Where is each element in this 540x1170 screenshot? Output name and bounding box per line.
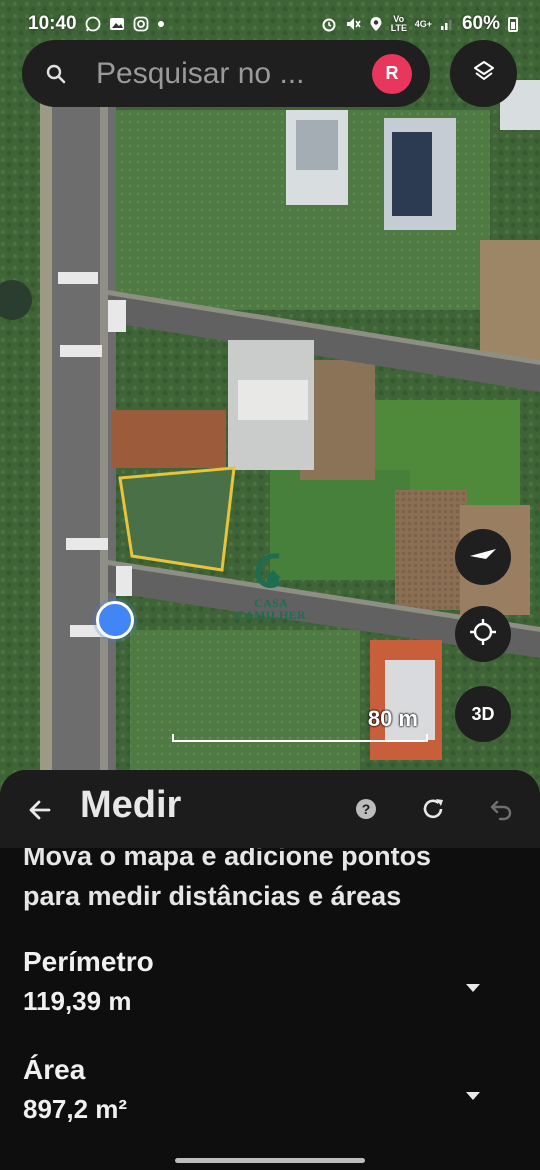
status-time: 10:40 — [28, 13, 77, 34]
perimeter-row[interactable]: Perímetro 119,39 m — [23, 946, 518, 1017]
back-button[interactable] — [22, 792, 58, 828]
caret-down-icon[interactable] — [466, 1092, 480, 1100]
refresh-icon — [423, 799, 443, 819]
layers-button[interactable] — [450, 40, 517, 107]
arrow-left-icon — [29, 800, 51, 820]
instagram-icon — [133, 16, 149, 32]
crosshair-icon — [468, 617, 498, 652]
dot-icon — [157, 20, 165, 28]
sheet-title: Medir — [80, 784, 182, 826]
sheet-header: Medir ? — [0, 770, 540, 848]
measure-area-outline — [118, 466, 236, 572]
whatsapp-icon — [85, 16, 101, 32]
avatar[interactable]: R — [372, 53, 412, 94]
watermark-logo: CASA CAMILHER — [226, 548, 316, 621]
undo-button[interactable] — [486, 794, 516, 824]
svg-text:?: ? — [362, 801, 371, 817]
search-input[interactable]: Pesquisar no ... — [96, 57, 372, 91]
satellite-map[interactable] — [0, 0, 540, 800]
my-location-button[interactable] — [455, 606, 511, 662]
instruction-line1: Mova o mapa e adicione pontos — [23, 848, 432, 871]
instruction-line2: para medir distâncias e áreas — [23, 881, 402, 911]
help-icon: ? — [356, 799, 376, 819]
compass-icon — [468, 540, 498, 575]
area-row[interactable]: Área 897,2 m² — [23, 1054, 518, 1125]
measure-sheet: Medir ? Mova o mapa e adicione pontos pa… — [0, 770, 540, 1170]
satellite-imagery — [0, 0, 540, 800]
layers-icon — [472, 59, 496, 88]
signal-icon — [440, 17, 454, 31]
home-indicator[interactable] — [175, 1158, 365, 1163]
undo-icon — [490, 800, 512, 821]
area-label: Área — [23, 1054, 86, 1085]
battery-icon — [508, 16, 518, 32]
current-location-dot[interactable] — [96, 601, 134, 639]
caret-down-icon[interactable] — [466, 984, 480, 992]
scale-bar — [172, 734, 428, 742]
search-bar[interactable]: Pesquisar no ... R — [22, 40, 430, 107]
help-button[interactable]: ? — [351, 794, 381, 824]
scale-label: 80 m — [367, 706, 418, 731]
watermark-line2: CAMILHER — [236, 608, 306, 622]
location-icon — [369, 16, 383, 32]
area-value: 897,2 m² — [23, 1094, 128, 1124]
mute-icon — [345, 16, 361, 32]
search-icon — [46, 64, 66, 84]
network-type: 4G+ — [414, 18, 432, 29]
gallery-icon — [109, 16, 125, 32]
battery-percent: 60% — [461, 13, 500, 34]
compass-button[interactable] — [455, 529, 511, 585]
map-scale: 80 m — [172, 706, 428, 746]
refresh-button[interactable] — [418, 794, 448, 824]
house-logo-icon — [255, 553, 281, 588]
perimeter-value: 119,39 m — [23, 986, 132, 1016]
perimeter-label: Perímetro — [23, 946, 154, 977]
3d-button[interactable]: 3D — [455, 686, 511, 742]
volte-label: Vo LTE — [390, 14, 408, 33]
alarm-icon — [321, 16, 337, 32]
